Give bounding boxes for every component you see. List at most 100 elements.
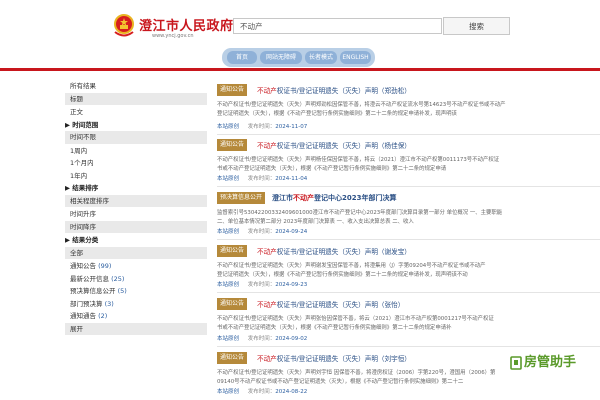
summary-line: 不动产权证书/登记证明遗失（灭失）声明杨佳保因保管不善，将云（2021）澄江市不… — [217, 157, 500, 163]
category-all[interactable]: 全部 — [65, 246, 207, 259]
result-date: 2024-11-04 — [275, 176, 308, 182]
category-tag[interactable]: 通知公告 — [217, 84, 248, 96]
result-title[interactable]: 澄江市不动产登记中心2023年部门决算 — [272, 193, 396, 203]
result-title[interactable]: 不动产权证书/登记证明遗失（灭失）声明（杨佳保） — [257, 140, 411, 150]
title-suffix: 权证书/登记证明遗失（灭失）声明（杨佳保） — [276, 142, 411, 150]
result-title[interactable]: 不动产权证书/登记证明遗失（灭失）声明（谢发宝） — [257, 246, 411, 256]
sort-option-time-asc[interactable]: 时间升序 — [65, 208, 207, 221]
time-option-any[interactable]: 时间不限 — [65, 131, 207, 144]
summary-line: 登记证明遗失（灭失），根据《不动产登记暂行条例实施细则》第二十二条的规定申请补发… — [217, 111, 457, 117]
title-keyword: 不动产 — [257, 355, 277, 363]
search-input[interactable]: 不动产 — [233, 18, 442, 34]
category-count: (25) — [111, 274, 125, 283]
nav-english[interactable]: ENGLISH — [340, 51, 371, 64]
category-label: 最新公开信息 — [70, 274, 109, 283]
date-label: 发布时间： — [247, 282, 276, 288]
date-label: 发布时间： — [247, 124, 276, 130]
title-prefix: 澄江市 — [272, 194, 293, 202]
category-count: (5) — [117, 287, 127, 295]
result-summary: 不动产权证书/登记证明遗失（灭失）声明杨佳保因保管不善，将云（2021）澄江市不… — [217, 156, 552, 174]
category-label: 展开 — [70, 324, 83, 333]
summary-line: 09140号不动产权证书或不动产登记证明遗失（灭失），根据《不动产登记暂行条例实… — [217, 379, 464, 385]
result-source[interactable]: 本站原创 — [217, 389, 239, 395]
title-keyword: 不动产 — [293, 194, 314, 202]
category-label: 通知通告 — [70, 312, 96, 320]
sort-option-time-desc[interactable]: 时间降序 — [65, 220, 207, 233]
result-date: 2024-11-07 — [275, 124, 308, 130]
filter-title[interactable]: 标题 — [65, 92, 207, 105]
result-title[interactable]: 不动产权证书/登记证明遗失（灭失）声明（张怡） — [257, 299, 404, 309]
result-source[interactable]: 本站原创 — [217, 282, 239, 288]
result-source[interactable]: 本站原创 — [217, 124, 239, 130]
category-expand[interactable]: 展开 — [65, 322, 207, 335]
result-meta: 本站原创 发布时间：2024-08-22 — [217, 387, 307, 395]
category-notice[interactable]: 通知公告 (99) — [65, 260, 207, 273]
title-keyword: 不动产 — [257, 248, 277, 256]
time-option-week[interactable]: 1周内 — [65, 145, 207, 158]
watermark-text: 房管助手 — [524, 355, 577, 370]
result-source[interactable]: 本站原创 — [217, 176, 239, 182]
result-meta: 本站原创 发布时间：2024-09-23 — [217, 280, 307, 288]
site-url: www.yncj.gov.cn — [152, 33, 194, 39]
summary-line: 不动产权证书/登记证明遗失（灭失）声明张怡因保管不善，将云（2021）澄江市不动… — [217, 316, 494, 322]
summary-line: 不动产权证书/登记证明遗失（灭失）声明刘宇恒 因保管不善，将澄房权证（2006）… — [217, 370, 496, 376]
divider — [217, 292, 600, 293]
date-label: 发布时间： — [247, 336, 276, 342]
category-count: (99) — [98, 262, 112, 270]
result-date: 2024-08-22 — [275, 389, 308, 395]
result-source[interactable]: 本站原创 — [217, 336, 239, 342]
category-tag[interactable]: 预决算信息公开 — [217, 192, 266, 204]
result-meta: 本站原创 发布时间：2024-09-02 — [217, 334, 307, 342]
date-label: 发布时间： — [247, 229, 276, 235]
title-suffix: 权证书/登记证明遗失（灭失）声明（刘宇恒） — [276, 355, 411, 363]
category-label: 全部 — [70, 248, 83, 257]
triangle-icon: ▶ — [65, 184, 70, 192]
category-label: 部门预决算 — [70, 299, 103, 308]
sort-heading: ▶ 结果排序 — [65, 182, 207, 195]
national-emblem-icon — [114, 14, 134, 37]
category-count: (3) — [104, 299, 114, 308]
divider — [217, 239, 600, 240]
site-title[interactable]: 澄江市人民政府 — [139, 15, 234, 34]
divider — [217, 134, 600, 135]
triangle-icon: ▶ — [65, 236, 70, 244]
category-budget-public[interactable]: 预决算信息公开 (5) — [65, 285, 207, 298]
category-tag[interactable]: 通知公告 — [217, 352, 248, 364]
nav-accessibility[interactable]: 网站无障碍 — [260, 51, 302, 64]
site-header: 澄江市人民政府 www.yncj.gov.cn 不动产 搜索 首页 网站无障碍 … — [0, 0, 600, 68]
time-range-heading: ▶ 时间范围 — [65, 119, 207, 132]
title-keyword: 不动产 — [257, 301, 277, 309]
result-summary: 不动产权证书/登记证明遗失（灭失）声明张怡因保管不善，将云（2021）澄江市不动… — [217, 315, 552, 333]
summary-line: 书或不动产登记证明遗失（灭失），根据《不动产登记暂行条例实施细则》第二十二条的规… — [217, 325, 452, 331]
top-nav: 首页 网站无障碍 长者模式 ENGLISH — [222, 48, 375, 67]
summary-line: 不动产权证书/登记证明遗失（灭失）声明郑劲松因保管不善，将澄云不动产权证流水号第… — [217, 102, 506, 108]
time-option-month[interactable]: 1个月内 — [65, 157, 207, 170]
filter-sidebar: 所有结果 标题 正文 ▶ 时间范围 时间不限 1周内 1个月内 1年内 ▶ 结果… — [65, 80, 207, 336]
filter-body[interactable]: 正文 — [65, 106, 207, 119]
sort-heading-label: 结果排序 — [72, 184, 99, 192]
filter-all-results[interactable]: 所有结果 — [65, 80, 207, 93]
title-keyword: 不动产 — [257, 142, 277, 150]
result-title[interactable]: 不动产权证书/登记证明遗失（灭失）声明（郑劲松） — [257, 85, 411, 95]
date-label: 发布时间： — [247, 389, 276, 395]
triangle-icon: ▶ — [65, 120, 70, 129]
time-option-year[interactable]: 1年内 — [65, 170, 207, 183]
sort-option-relevance[interactable]: 相关程度排序 — [65, 194, 207, 207]
category-tag[interactable]: 通知公告 — [217, 298, 248, 310]
category-count: (2) — [98, 312, 108, 320]
category-tag[interactable]: 通知公告 — [217, 139, 248, 151]
summary-line: 书或不动产登记证明遗失（灭失），根据《不动产登记暂行条例实施细则》第二十二条的规… — [217, 166, 447, 172]
search-button[interactable]: 搜索 — [443, 17, 510, 35]
category-latest-public[interactable]: 最新公开信息 (25) — [65, 273, 207, 286]
category-tag[interactable]: 通知公告 — [217, 245, 248, 257]
category-notification[interactable]: 通知通告 (2) — [65, 310, 207, 323]
category-heading: ▶ 结果分类 — [65, 234, 207, 247]
title-suffix: 权证书/登记证明遗失（灭失）声明（张怡） — [276, 301, 405, 309]
category-dept-budget[interactable]: 部门预决算 (3) — [65, 298, 207, 311]
title-keyword: 不动产 — [257, 87, 277, 95]
result-source[interactable]: 本站原创 — [217, 229, 239, 235]
nav-elder-mode[interactable]: 长者模式 — [305, 51, 337, 64]
nav-home[interactable]: 首页 — [227, 51, 257, 64]
result-summary: 不动产权证书/登记证明遗失（灭失）声明郑劲松因保管不善，将澄云不动产权证流水号第… — [217, 101, 552, 119]
result-title[interactable]: 不动产权证书/登记证明遗失（灭失）声明（刘宇恒） — [257, 353, 411, 363]
